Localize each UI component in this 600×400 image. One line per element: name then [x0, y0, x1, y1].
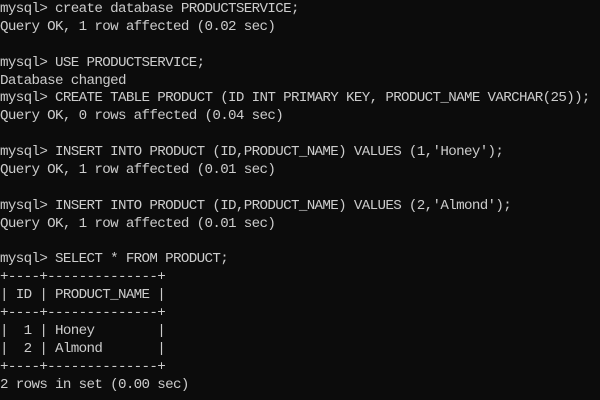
- output-line: Query OK, 1 row affected (0.01 sec): [0, 215, 276, 232]
- output-line: Query OK, 1 row affected (0.02 sec): [0, 18, 276, 35]
- command-line: mysql> USE PRODUCTSERVICE;: [0, 54, 205, 71]
- command-line: mysql> INSERT INTO PRODUCT (ID,PRODUCT_N…: [0, 144, 504, 161]
- output-line: Query OK, 1 row affected (0.01 sec): [0, 162, 276, 179]
- output-line: 2 rows in set (0.00 sec): [0, 376, 189, 393]
- command-line: mysql> create database PRODUCTSERVICE;: [0, 1, 299, 17]
- result-table-border: +----+--------------+: [0, 358, 166, 375]
- command-line: mysql> CREATE TABLE PRODUCT (ID INT PRIM…: [0, 90, 590, 107]
- result-table-header: | ID | PRODUCT_NAME |: [0, 287, 166, 304]
- result-table-border: +----+--------------+: [0, 305, 166, 322]
- result-table-row: | 2 | Almond |: [0, 340, 166, 357]
- result-table-border: +----+--------------+: [0, 269, 166, 286]
- output-line: Query OK, 0 rows affected (0.04 sec): [0, 108, 284, 125]
- command-line: mysql> INSERT INTO PRODUCT (ID,PRODUCT_N…: [0, 197, 512, 214]
- command-line: mysql> SELECT * FROM PRODUCT;: [0, 251, 229, 268]
- output-line: Database changed: [0, 72, 126, 89]
- terminal-window[interactable]: mysql> create database PRODUCTSERVICE; Q…: [0, 0, 600, 400]
- result-table-row: | 1 | Honey |: [0, 323, 166, 340]
